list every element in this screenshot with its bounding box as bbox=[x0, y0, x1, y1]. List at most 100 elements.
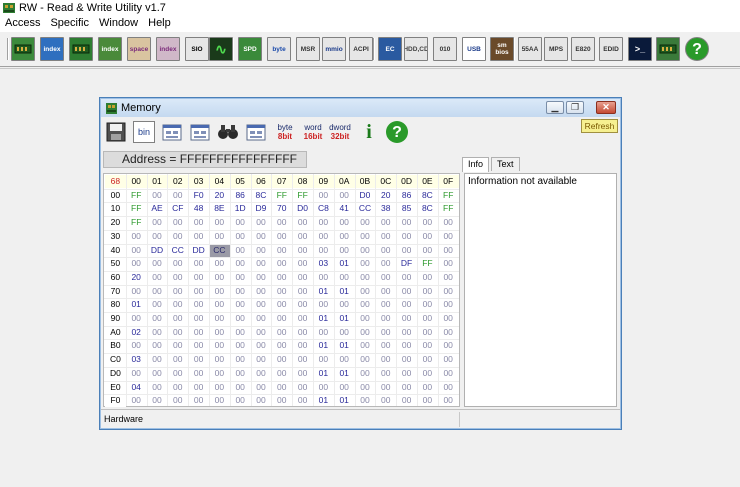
toolbar-button-sio[interactable]: SIO bbox=[184, 36, 210, 62]
hex-byte-cell[interactable]: FF bbox=[126, 189, 147, 202]
hex-byte-cell[interactable]: 00 bbox=[396, 367, 417, 380]
hex-byte-cell[interactable]: 00 bbox=[271, 271, 292, 284]
toolbar-button-help[interactable]: ? bbox=[684, 36, 710, 62]
hex-byte-cell[interactable]: 00 bbox=[334, 271, 355, 284]
hex-byte-cell[interactable]: 01 bbox=[313, 312, 334, 325]
hex-byte-cell[interactable]: 00 bbox=[438, 394, 459, 407]
hex-byte-cell[interactable]: 85 bbox=[396, 202, 417, 215]
hex-byte-cell[interactable]: 02 bbox=[126, 326, 147, 339]
toolbar-button-55aa[interactable]: 55AA bbox=[517, 36, 543, 62]
hex-byte-cell[interactable]: 00 bbox=[209, 285, 230, 298]
hex-byte-cell[interactable]: 00 bbox=[230, 271, 251, 284]
hex-byte-cell[interactable]: 20 bbox=[375, 189, 396, 202]
hex-byte-cell[interactable]: 00 bbox=[417, 381, 438, 394]
hex-byte-cell[interactable]: 00 bbox=[396, 298, 417, 311]
hex-byte-cell[interactable]: 00 bbox=[251, 367, 272, 380]
hex-byte-cell[interactable]: 00 bbox=[188, 339, 209, 352]
hex-byte-cell[interactable]: 41 bbox=[334, 202, 355, 215]
hex-byte-cell[interactable]: FF bbox=[126, 216, 147, 229]
hex-byte-cell[interactable]: 00 bbox=[292, 285, 313, 298]
hex-byte-cell[interactable]: 00 bbox=[167, 298, 188, 311]
hex-byte-cell[interactable]: 01 bbox=[313, 339, 334, 352]
hex-byte-cell[interactable]: 00 bbox=[147, 394, 168, 407]
hex-byte-cell[interactable]: 00 bbox=[334, 189, 355, 202]
hex-byte-cell[interactable]: 00 bbox=[292, 230, 313, 243]
hex-byte-cell[interactable]: 00 bbox=[230, 257, 251, 270]
toolbar-button-smbios[interactable]: sm bios bbox=[489, 36, 515, 62]
hex-byte-cell[interactable]: 04 bbox=[126, 381, 147, 394]
hex-byte-cell[interactable]: 00 bbox=[147, 339, 168, 352]
toolbar-button-mmio[interactable]: mmio bbox=[321, 36, 347, 62]
hex-byte-cell[interactable]: 00 bbox=[167, 326, 188, 339]
hex-byte-cell[interactable]: 00 bbox=[355, 257, 376, 270]
hex-byte-cell[interactable]: 00 bbox=[355, 367, 376, 380]
hex-byte-cell[interactable]: 00 bbox=[209, 339, 230, 352]
hex-byte-cell[interactable]: 00 bbox=[188, 298, 209, 311]
hex-byte-cell[interactable]: 00 bbox=[167, 257, 188, 270]
hex-byte-cell[interactable]: 00 bbox=[334, 381, 355, 394]
hex-byte-cell[interactable]: CC bbox=[167, 244, 188, 257]
toolbar-button-acpi[interactable]: ACPI bbox=[348, 36, 374, 62]
hex-byte-cell[interactable]: 00 bbox=[188, 285, 209, 298]
hex-byte-cell[interactable]: 00 bbox=[355, 394, 376, 407]
word-16bit-button[interactable]: word 16bit bbox=[301, 120, 325, 144]
hex-byte-cell[interactable]: 00 bbox=[251, 216, 272, 229]
hex-byte-cell[interactable]: 00 bbox=[355, 285, 376, 298]
hex-byte-cell[interactable]: D9 bbox=[251, 202, 272, 215]
toolbar-button-mps[interactable]: MPS bbox=[543, 36, 569, 62]
hex-byte-cell[interactable]: 00 bbox=[417, 394, 438, 407]
hex-byte-cell[interactable]: 1D bbox=[230, 202, 251, 215]
hex-byte-cell[interactable]: 00 bbox=[355, 339, 376, 352]
memory-window-caption[interactable]: Memory bbox=[101, 99, 620, 117]
hex-byte-cell[interactable]: 00 bbox=[292, 244, 313, 257]
hex-byte-cell[interactable]: 00 bbox=[126, 257, 147, 270]
hex-byte-cell[interactable]: 00 bbox=[417, 271, 438, 284]
hex-byte-cell[interactable]: 00 bbox=[209, 216, 230, 229]
hex-byte-cell[interactable]: 00 bbox=[313, 353, 334, 366]
hex-byte-cell[interactable]: 00 bbox=[147, 298, 168, 311]
hex-byte-cell[interactable]: 00 bbox=[355, 326, 376, 339]
tab-text[interactable]: Text bbox=[491, 157, 520, 171]
restore-button[interactable]: ❐ bbox=[566, 101, 584, 114]
hex-byte-cell[interactable]: 00 bbox=[188, 312, 209, 325]
hex-byte-cell[interactable]: 00 bbox=[251, 339, 272, 352]
hex-byte-cell[interactable]: 8C bbox=[417, 202, 438, 215]
hex-byte-cell[interactable]: 00 bbox=[147, 189, 168, 202]
hex-byte-cell[interactable]: FF bbox=[438, 202, 459, 215]
hex-byte-cell[interactable]: 00 bbox=[230, 381, 251, 394]
hex-byte-cell[interactable]: 8C bbox=[251, 189, 272, 202]
hex-byte-cell[interactable]: 00 bbox=[271, 230, 292, 243]
hex-byte-cell[interactable]: 20 bbox=[209, 189, 230, 202]
minimize-button[interactable]: ▁ bbox=[546, 101, 564, 114]
hex-byte-cell[interactable]: 00 bbox=[209, 312, 230, 325]
hex-byte-cell[interactable]: 00 bbox=[167, 394, 188, 407]
hex-byte-cell[interactable]: CF bbox=[167, 202, 188, 215]
hex-byte-cell[interactable]: 00 bbox=[126, 312, 147, 325]
hex-byte-cell[interactable]: 00 bbox=[396, 312, 417, 325]
hex-byte-cell[interactable]: 00 bbox=[417, 312, 438, 325]
tab-info[interactable]: Info bbox=[462, 157, 490, 172]
hex-byte-cell[interactable]: 00 bbox=[292, 298, 313, 311]
hex-byte-cell[interactable]: DF bbox=[396, 257, 417, 270]
hex-byte-cell[interactable]: 01 bbox=[313, 285, 334, 298]
hex-byte-cell[interactable]: 00 bbox=[417, 216, 438, 229]
hex-byte-cell[interactable]: 00 bbox=[375, 312, 396, 325]
hex-byte-cell[interactable]: 00 bbox=[292, 312, 313, 325]
hex-byte-cell[interactable]: 70 bbox=[271, 202, 292, 215]
hex-byte-cell[interactable]: 00 bbox=[147, 257, 168, 270]
hex-byte-cell[interactable]: 00 bbox=[251, 312, 272, 325]
hex-byte-cell[interactable]: CC bbox=[355, 202, 376, 215]
hex-byte-cell[interactable]: 00 bbox=[438, 216, 459, 229]
hex-byte-cell[interactable]: 00 bbox=[209, 271, 230, 284]
toolbar-button-index-io[interactable]: index bbox=[97, 36, 123, 62]
hex-byte-cell[interactable]: 00 bbox=[251, 394, 272, 407]
hex-byte-cell[interactable]: 00 bbox=[396, 353, 417, 366]
hex-byte-cell[interactable]: 00 bbox=[355, 244, 376, 257]
hex-byte-cell[interactable]: 00 bbox=[251, 298, 272, 311]
hex-byte-cell[interactable]: 00 bbox=[188, 230, 209, 243]
hex-byte-cell[interactable]: C8 bbox=[313, 202, 334, 215]
hex-byte-cell[interactable]: 00 bbox=[167, 230, 188, 243]
binoculars-button[interactable] bbox=[216, 120, 240, 144]
hex-byte-cell[interactable]: 00 bbox=[271, 298, 292, 311]
hex-byte-cell[interactable]: 00 bbox=[147, 312, 168, 325]
